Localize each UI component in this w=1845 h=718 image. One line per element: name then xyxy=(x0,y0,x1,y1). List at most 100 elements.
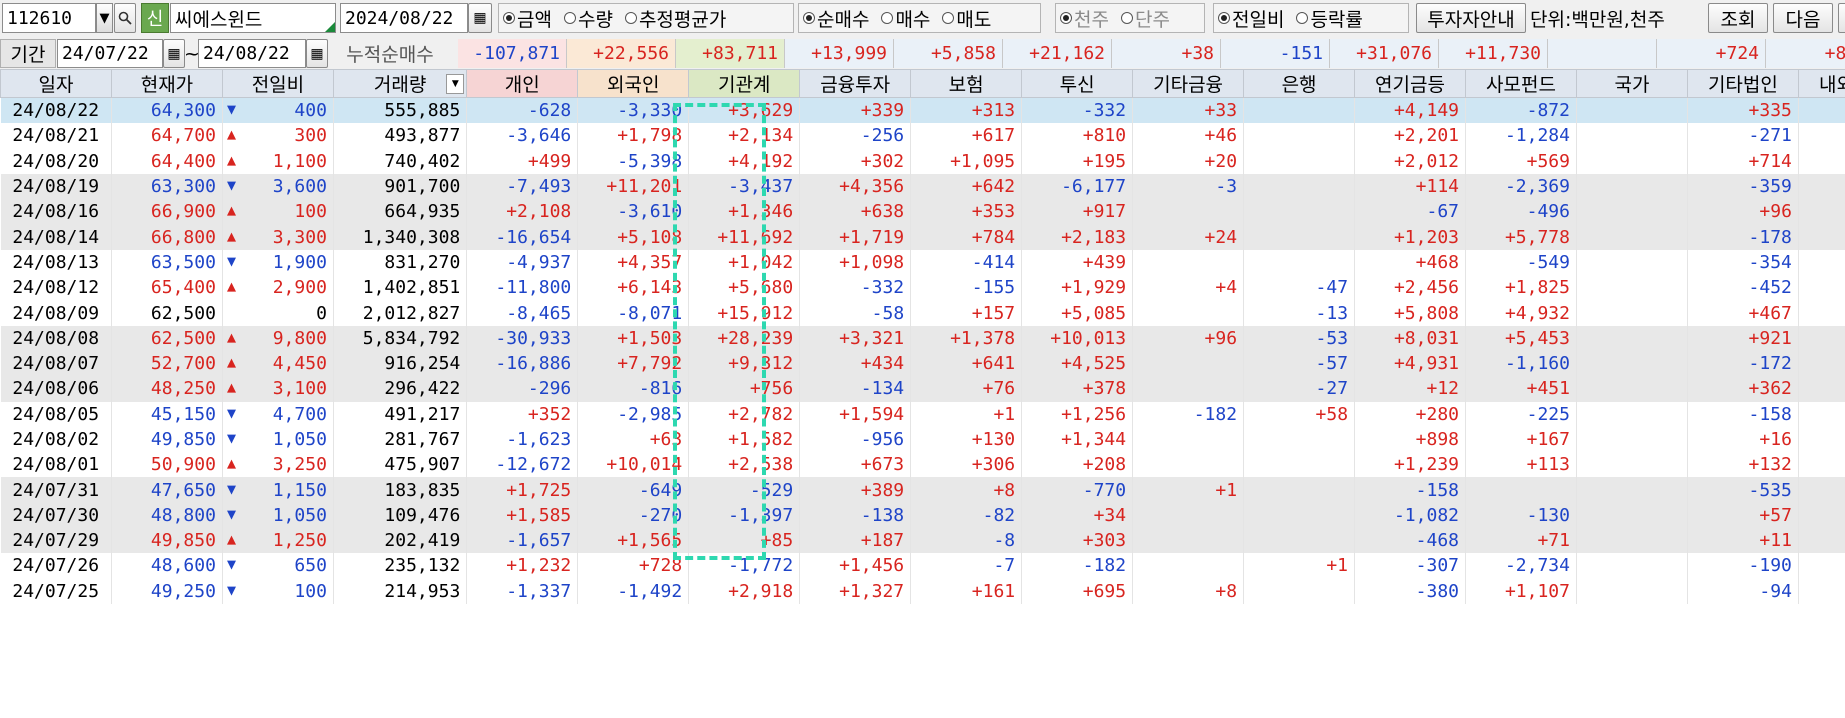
column-header[interactable]: 은행 xyxy=(1243,69,1356,98)
change-type-option-0[interactable]: 전일비 xyxy=(1218,5,1284,32)
investor-trading-table: 일자 현재가 전일비 거래량 ▼ 개인 외국인 기관계 금융투자 보험 투신 기타금융 은행 연기금등 사모… xyxy=(0,69,1845,718)
stock-name-field[interactable]: 씨에스윈드 xyxy=(170,3,336,33)
investor-guide-button[interactable]: 투자자안내 xyxy=(1416,3,1526,33)
column-header[interactable]: 보험 xyxy=(910,69,1023,98)
trade-type-option-0[interactable]: 순매수 xyxy=(803,5,869,32)
stock-code-input[interactable]: 112610 xyxy=(2,3,96,33)
net-buy-cell: -2,985 xyxy=(577,401,690,427)
change-cell: ▼ 100 xyxy=(222,578,334,604)
column-header[interactable]: 기타법인 xyxy=(1686,69,1799,98)
trade-type-option-2[interactable]: 매도 xyxy=(942,5,991,32)
column-header-label: 현재가 xyxy=(140,74,194,96)
net-buy-cell: +8,031 xyxy=(1354,325,1466,351)
net-buy-cell: -770 xyxy=(1021,477,1134,503)
table-row[interactable]: 24/07/30 48,800 ▼ 1,050 109,476 +1,585 -270 -1,… xyxy=(0,502,1845,529)
net-buy-cell: +58 xyxy=(1243,401,1356,427)
column-header[interactable]: 기관계 xyxy=(688,69,801,98)
table-row[interactable]: 24/08/12 65,400 ▲ 2,900 1,402,851 -11,800 +6,1… xyxy=(0,275,1845,301)
net-buy-cell: +1,098 xyxy=(799,249,912,276)
period-end-input[interactable]: 24/08/22 xyxy=(198,39,306,68)
search-button[interactable] xyxy=(114,3,136,33)
table-row[interactable]: 24/08/19 63,300 ▼ 3,600 901,700 -7,493 +11,201… xyxy=(0,173,1845,200)
net-buy-cell: +5,778 xyxy=(1465,224,1577,250)
net-buy-cell: +362 xyxy=(1687,376,1799,402)
net-buy-cell: -178 xyxy=(1687,224,1799,250)
column-header-label: 국가 xyxy=(1614,74,1650,96)
table-row[interactable]: 24/08/14 66,800 ▲ 3,300 1,340,308 -16,654 +5,1… xyxy=(0,224,1845,250)
radio-icon xyxy=(803,12,815,24)
date-input[interactable]: 2024/08/22 xyxy=(340,3,468,33)
net-buy-cell: -649 xyxy=(577,477,690,503)
column-header-label: 사모펀드 xyxy=(1486,74,1556,96)
net-buy-cell xyxy=(1243,148,1356,174)
query-button[interactable]: 조회 xyxy=(1708,3,1768,33)
net-buy-cell: +673 xyxy=(799,452,912,478)
column-header[interactable]: 투신 xyxy=(1021,69,1134,98)
net-buy-cell: +4,525 xyxy=(1021,350,1134,377)
volume-cell: 202,419 xyxy=(333,528,468,554)
period-start-input[interactable]: 24/07/22 xyxy=(57,39,163,68)
table-row[interactable]: 24/08/01 50,900 ▲ 3,250 475,907 -12,672 +10,01… xyxy=(0,452,1845,478)
change-value: 1,050 xyxy=(272,504,327,526)
price-cell: 47,650 xyxy=(111,477,223,503)
net-buy-cell: +7,792 xyxy=(577,350,690,377)
change-value: 1,250 xyxy=(272,530,327,552)
column-header[interactable]: 사모펀드 xyxy=(1465,69,1577,98)
table-row[interactable]: 24/08/21 64,700 ▲ 300 493,877 -3,646 +1,798 +2,… xyxy=(0,123,1845,149)
end-calendar-button[interactable]: ▦ xyxy=(306,39,328,68)
change-cell: ▲ 3,300 xyxy=(222,224,334,250)
table-row[interactable]: 24/08/22 64,300 ▼ 400 555,885 -628 -3,330 +3,62… xyxy=(0,97,1845,124)
column-header[interactable]: 일자 xyxy=(0,69,112,98)
column-header[interactable]: 개인 xyxy=(466,69,579,98)
radio-icon xyxy=(1218,12,1230,24)
net-buy-cell xyxy=(1243,97,1356,124)
table-row[interactable]: 24/08/07 52,700 ▲ 4,450 916,254 -16,886 +7,792… xyxy=(0,350,1845,377)
table-row[interactable]: 24/08/08 62,500 ▲ 9,800 5,834,792 -30,933 +1,5… xyxy=(0,325,1845,351)
change-value: 1,050 xyxy=(272,429,327,450)
table-row[interactable]: 24/08/05 45,150 ▼ 4,700 491,217 +352 -2,985 +2,… xyxy=(0,401,1845,427)
table-row[interactable]: 24/07/31 47,650 ▼ 1,150 183,835 +1,725 -649 -52… xyxy=(0,477,1845,503)
column-header[interactable]: 금융투자 xyxy=(799,69,912,98)
start-calendar-button[interactable]: ▦ xyxy=(163,39,185,68)
chart-button[interactable]: 차트 xyxy=(1838,3,1845,33)
net-buy-cell: -296 xyxy=(466,376,579,402)
trade-type-option-1[interactable]: 매수 xyxy=(881,5,930,32)
net-buy-cell xyxy=(1576,401,1688,427)
column-header[interactable]: 외국인 xyxy=(577,69,690,98)
table-row[interactable]: 24/08/06 48,250 ▲ 3,100 296,422 -296 -816 +756-… xyxy=(0,376,1845,402)
net-buy-cell: -16,886 xyxy=(466,350,579,377)
table-row[interactable]: 24/08/13 63,500 ▼ 1,900 831,270 -4,937 +4,357 +… xyxy=(0,249,1845,276)
net-buy-cell: +2,201 xyxy=(1354,123,1466,149)
table-row[interactable]: 24/07/26 48,600 ▼ 650 235,132 +1,232 +728 -1,77… xyxy=(0,553,1845,579)
net-buy-cell xyxy=(1243,502,1356,529)
amount-type-option-1[interactable]: 수량 xyxy=(563,5,613,32)
share-unit-option-0[interactable]: 천주 xyxy=(1060,5,1109,32)
volume-sort-dropdown-icon[interactable]: ▼ xyxy=(446,74,465,94)
change-type-option-1[interactable]: 등락률 xyxy=(1296,5,1363,32)
table-row[interactable]: 24/08/20 64,400 ▲ 1,100 740,402 +499 -5,398 +4,… xyxy=(0,148,1845,174)
net-buy-cell: +2,108 xyxy=(466,199,579,225)
column-header[interactable]: 내외국인 xyxy=(1797,69,1845,98)
table-row[interactable]: 24/07/29 49,850 ▲ 1,250 202,419 -1,657 +1,565 +… xyxy=(0,528,1845,554)
calendar-button[interactable]: ▦ xyxy=(468,3,492,33)
table-row[interactable]: 24/08/09 62,500 0 2,012,827 -8,465 -8,071 +15,… xyxy=(0,300,1845,326)
net-buy-cell: -108 xyxy=(1798,249,1845,276)
table-row[interactable]: 24/08/02 49,850 ▼ 1,050 281,767 -1,623 +63 +1,5… xyxy=(0,426,1845,453)
table-row[interactable]: 24/07/25 49,250 ▼ 100 214,953 -1,337 -1,492 +2,… xyxy=(0,578,1845,604)
table-row[interactable]: 24/08/16 66,900 ▲ 100 664,935 +2,108 -3,610 +1,… xyxy=(0,199,1845,225)
column-header[interactable]: 전일비 xyxy=(221,69,334,98)
share-unit-option-1[interactable]: 단주 xyxy=(1120,5,1170,32)
net-buy-cell: -2,734 xyxy=(1465,553,1577,579)
amount-type-option-2[interactable]: 추정평균가 xyxy=(624,5,726,32)
column-header[interactable]: 국가 xyxy=(1575,69,1688,98)
cumulative-label-text: 누적순매수 xyxy=(346,44,434,66)
change-value: 3,300 xyxy=(272,226,327,248)
code-dropdown-button[interactable]: ▼ xyxy=(96,3,113,33)
amount-type-option-0[interactable]: 금액 xyxy=(503,5,552,32)
column-header[interactable]: 기타금융 xyxy=(1132,69,1245,98)
volume-cell: 475,907 xyxy=(333,452,468,478)
column-header[interactable]: 연기금등 xyxy=(1354,69,1466,98)
column-header[interactable]: 현재가 xyxy=(110,69,223,98)
column-header[interactable]: 거래량 ▼ xyxy=(332,69,468,98)
next-button[interactable]: 다음 xyxy=(1773,3,1833,33)
